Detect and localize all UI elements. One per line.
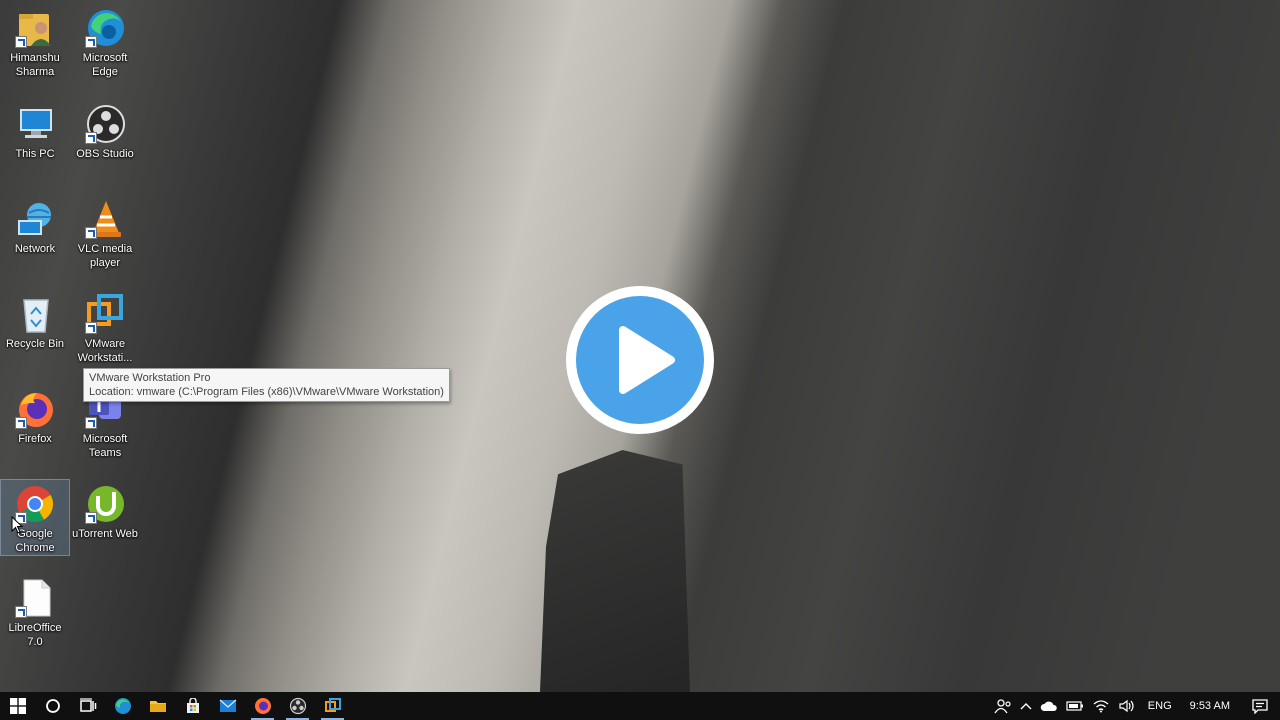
- firefox-icon: [15, 389, 55, 429]
- taskbar-store[interactable]: [175, 692, 210, 720]
- tray-wifi[interactable]: [1088, 692, 1114, 720]
- tray-show-hidden-icons[interactable]: [1016, 692, 1036, 720]
- vmware-icon: [85, 294, 125, 334]
- system-tray: ENG 9:53 AM: [990, 692, 1280, 720]
- desktop-icon-himanshu-sharma[interactable]: Himanshu Sharma: [1, 4, 69, 79]
- taskbar-obs[interactable]: [280, 692, 315, 720]
- tray-clock[interactable]: 9:53 AM: [1180, 692, 1240, 720]
- tray-volume[interactable]: [1114, 692, 1140, 720]
- desktop-icon-microsoft-edge[interactable]: Microsoft Edge: [71, 4, 139, 79]
- desktop-icon-label: Recycle Bin: [5, 338, 65, 350]
- desktop-icon-utorrent-web[interactable]: uTorrent Web: [71, 480, 139, 541]
- libreoffice-icon: [15, 578, 55, 618]
- taskbar-edge[interactable]: [105, 692, 140, 720]
- desktop-icon-libreoffice[interactable]: LibreOffice 7.0: [1, 574, 69, 649]
- search-icon: [45, 699, 60, 713]
- computer-icon: [15, 104, 55, 144]
- tray-onedrive[interactable]: [1036, 692, 1062, 720]
- vlc-icon: [85, 199, 125, 239]
- desktop-icon-obs-studio[interactable]: OBS Studio: [71, 100, 139, 161]
- taskbar-vmware[interactable]: [315, 692, 350, 720]
- desktop-icon-label: Microsoft Teams: [82, 433, 128, 459]
- utorrent-icon: [85, 484, 125, 524]
- taskbar-file-explorer[interactable]: [140, 692, 175, 720]
- taskbar-firefox[interactable]: [245, 692, 280, 720]
- start-icon: [9, 698, 26, 714]
- desktop-icon-label: Microsoft Edge: [82, 52, 128, 78]
- tooltip-title: VMware Workstation Pro: [89, 372, 211, 384]
- mail-icon: [219, 699, 236, 712]
- task-view-icon: [79, 698, 96, 712]
- desktop-icon-label: LibreOffice 7.0: [8, 622, 62, 648]
- desktop-icon-firefox[interactable]: Firefox: [1, 385, 69, 446]
- mouse-cursor-icon: [11, 516, 23, 534]
- desktop-icon-label: Firefox: [18, 433, 52, 445]
- video-play-button[interactable]: [566, 286, 714, 434]
- wifi-icon: [1093, 700, 1109, 713]
- desktop-icon-vmware[interactable]: VMware Workstati...: [71, 290, 139, 365]
- people-icon: [994, 699, 1011, 714]
- desktop-icon-label: VLC media player: [77, 243, 133, 269]
- desktop-icon-label: Network: [14, 243, 56, 255]
- task-view-button[interactable]: [70, 692, 105, 720]
- play-icon: [619, 326, 675, 394]
- taskbar-mail[interactable]: [210, 692, 245, 720]
- desktop-icon-label: uTorrent Web: [72, 528, 138, 540]
- tray-battery[interactable]: [1062, 692, 1088, 720]
- firefox-icon: [254, 698, 271, 714]
- user-folder-icon: [15, 8, 55, 48]
- speaker-icon: [1119, 699, 1134, 713]
- recycle-bin-icon: [15, 294, 55, 334]
- tray-people[interactable]: [990, 692, 1016, 720]
- desktop-icon-network[interactable]: Network: [1, 195, 69, 256]
- network-icon: [15, 199, 55, 239]
- file-explorer-icon: [149, 701, 166, 712]
- edge-icon: [85, 8, 125, 48]
- cloud-icon: [1040, 701, 1057, 711]
- battery-icon: [1066, 701, 1083, 711]
- chevron-up-icon: [1020, 703, 1032, 710]
- vmware-icon: [324, 698, 341, 712]
- edge-icon: [114, 698, 131, 714]
- play-button-circle: [576, 296, 704, 424]
- search-button[interactable]: [35, 692, 70, 720]
- store-icon: [186, 698, 199, 713]
- taskbar: ENG 9:53 AM: [0, 692, 1280, 720]
- tooltip-location: Location: vmware (C:\Program Files (x86)…: [89, 386, 444, 398]
- desktop-icon-recycle-bin[interactable]: Recycle Bin: [1, 290, 69, 351]
- desktop-icon-vlc[interactable]: VLC media player: [71, 195, 139, 270]
- start-button[interactable]: [0, 692, 35, 720]
- desktop-icon-label: VMware Workstati...: [77, 338, 133, 364]
- obs-icon: [289, 697, 306, 715]
- tray-action-center[interactable]: [1240, 692, 1280, 720]
- wallpaper-rock: [540, 450, 690, 692]
- vmware-tooltip: VMware Workstation Pro Location: vmware …: [83, 368, 450, 402]
- desktop-icon-label: This PC: [15, 148, 55, 160]
- desktop-icon-this-pc[interactable]: This PC: [1, 100, 69, 161]
- notification-icon: [1252, 699, 1268, 714]
- desktop-icon-label: Himanshu Sharma: [10, 52, 60, 78]
- tray-language[interactable]: ENG: [1140, 692, 1180, 720]
- obs-icon: [85, 104, 125, 144]
- desktop-icon-label: OBS Studio: [76, 148, 134, 160]
